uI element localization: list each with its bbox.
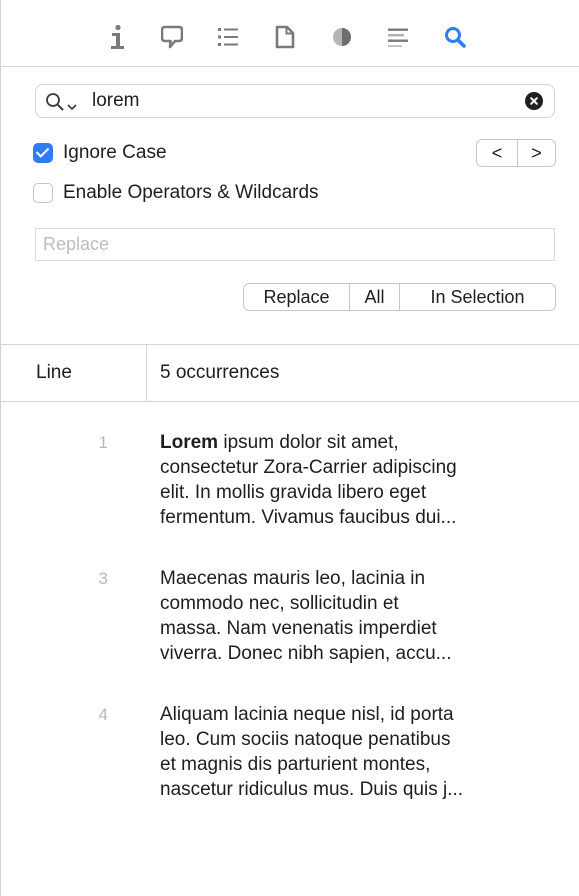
- text-lines-icon[interactable]: [383, 22, 413, 52]
- operators-checkbox[interactable]: [33, 183, 53, 203]
- result-text-line: viverra. Donec nibh sapien, accu...: [160, 643, 452, 664]
- result-text-line: nascetur ridiculus mus. Duis quis j...: [160, 779, 464, 800]
- document-icon[interactable]: [270, 22, 300, 52]
- search-input[interactable]: [92, 90, 492, 112]
- column-header-occurrences[interactable]: 5 occurrences: [160, 344, 279, 401]
- info-icon[interactable]: [103, 22, 133, 52]
- replace-buttons: Replace All In Selection: [243, 283, 556, 311]
- result-text-line: et magnis dis parturient montes,: [160, 754, 431, 775]
- header-column-divider: [146, 344, 147, 401]
- results-header-separator: [0, 401, 579, 402]
- match-highlight: Lorem: [160, 432, 219, 453]
- list-icon[interactable]: [213, 22, 243, 52]
- result-text-line: Maecenas mauris leo, lacinia in: [160, 568, 426, 589]
- result-text-line: leo. Cum sociis natoque penatibus: [160, 729, 451, 750]
- column-header-line[interactable]: Line: [36, 344, 72, 401]
- result-text-line: elit. In mollis gravida libero eget: [160, 482, 427, 503]
- search-options-chevron-icon[interactable]: [67, 98, 77, 116]
- result-line-number: 4: [98, 705, 108, 724]
- replace-input[interactable]: [35, 228, 555, 261]
- magnifier-icon: [45, 92, 65, 117]
- inspector-toolbar: [0, 0, 579, 66]
- ignore-case-label: Ignore Case: [63, 142, 167, 163]
- replace-button[interactable]: Replace: [244, 284, 349, 310]
- search-field[interactable]: [35, 84, 555, 118]
- result-text-line: massa. Nam venenatis imperdiet: [160, 618, 437, 639]
- result-line-number: 1: [98, 433, 108, 452]
- search-icon[interactable]: [440, 22, 470, 52]
- result-text-line: ipsum dolor sit amet,: [218, 432, 399, 453]
- toolbar-separator: [0, 66, 579, 67]
- result-text-line: Aliquam lacinia neque nisl, id porta: [160, 704, 454, 725]
- result-text-line: consectetur Zora-Carrier adipiscing: [160, 457, 457, 478]
- panel-left-border: [0, 0, 1, 896]
- result-text-line: commodo nec, sollicitudin et: [160, 593, 399, 614]
- match-navigation: < >: [476, 139, 556, 167]
- ignore-case-checkbox[interactable]: [33, 143, 53, 163]
- result-text-line: fermentum. Vivamus faucibus dui...: [160, 507, 457, 528]
- operators-label: Enable Operators & Wildcards: [63, 182, 319, 203]
- result-text: Aliquam lacinia neque nisl, id porta leo…: [160, 702, 570, 802]
- replace-all-button[interactable]: All: [349, 284, 399, 310]
- circle-icon[interactable]: [327, 22, 357, 52]
- operators-option[interactable]: Enable Operators & Wildcards: [33, 181, 319, 205]
- result-line-number: 3: [98, 569, 108, 588]
- replace-in-selection-button[interactable]: In Selection: [399, 284, 555, 310]
- previous-match-button[interactable]: <: [477, 140, 517, 166]
- clear-search-icon[interactable]: [525, 92, 543, 110]
- result-text: Lorem ipsum dolor sit amet, consectetur …: [160, 430, 570, 530]
- results-header: Line 5 occurrences: [0, 344, 579, 401]
- result-text: Maecenas mauris leo, lacinia in commodo …: [160, 566, 570, 666]
- next-match-button[interactable]: >: [517, 140, 555, 166]
- comment-icon[interactable]: [157, 22, 187, 52]
- ignore-case-option[interactable]: Ignore Case: [33, 141, 167, 165]
